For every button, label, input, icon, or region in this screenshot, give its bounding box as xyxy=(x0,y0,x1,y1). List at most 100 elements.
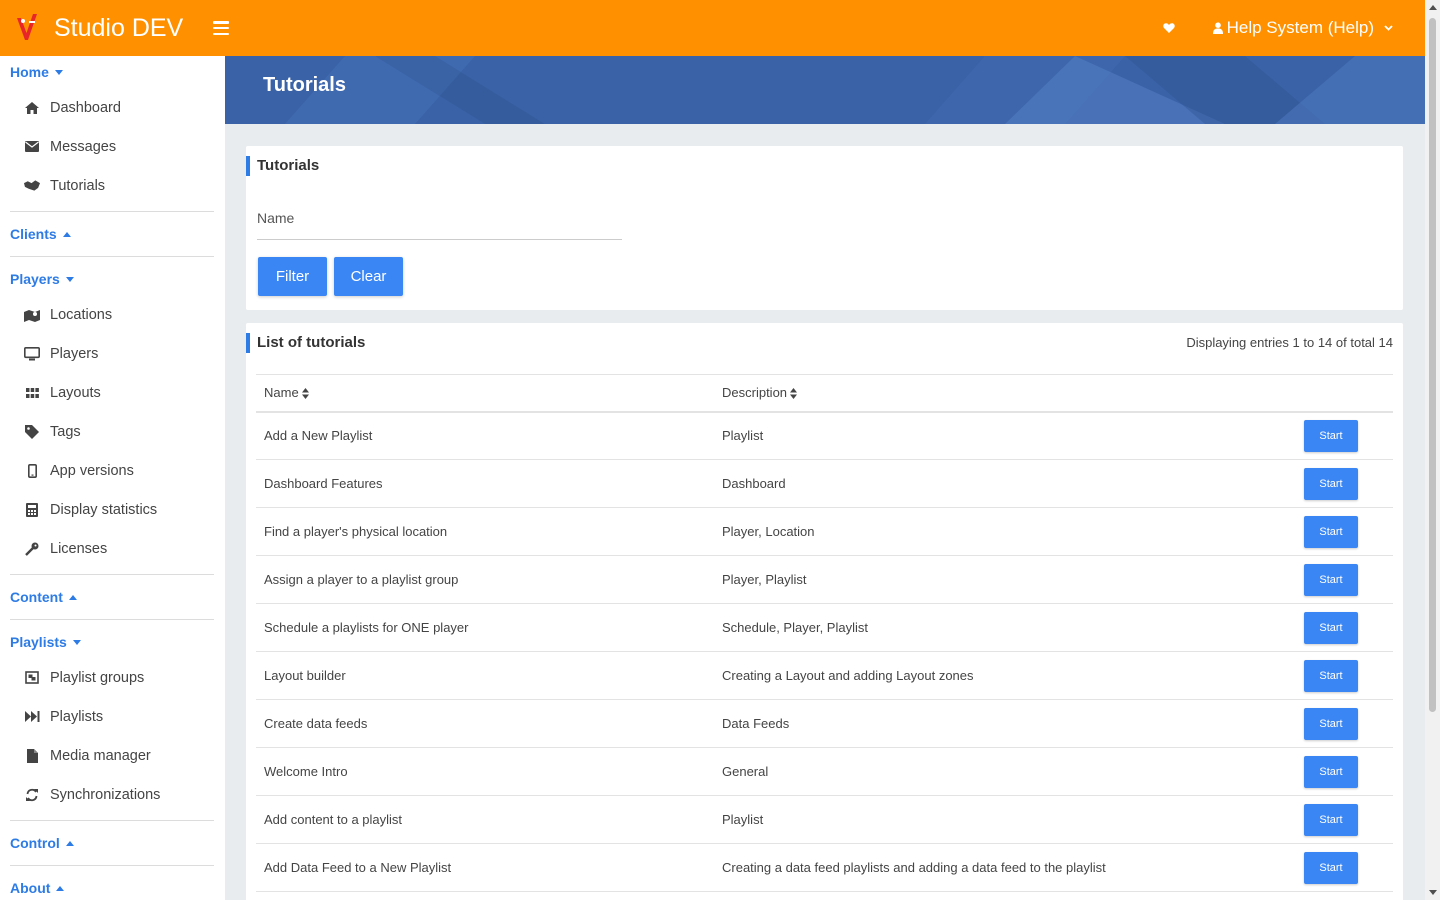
tutorial-name: Schedule a playlists for ONE player xyxy=(256,603,714,652)
sidebar-item-synchronizations[interactable]: Synchronizations xyxy=(0,775,225,814)
tutorial-description: Dashboard xyxy=(714,459,1296,508)
sidebar-item-licenses[interactable]: Licenses xyxy=(0,529,225,568)
sidebar-item-playlist-groups[interactable]: Playlist groups xyxy=(0,658,225,697)
page-scrollbar[interactable] xyxy=(1425,0,1440,900)
brand-logo-icon[interactable] xyxy=(14,12,42,44)
page-header-banner: Tutorials xyxy=(225,56,1425,124)
table-row: Create data feeds Data Feeds Start xyxy=(256,699,1393,748)
tutorial-description: Player, Playlist xyxy=(714,555,1296,604)
sidebar-item-app-versions[interactable]: App versions xyxy=(0,451,225,490)
sidebar-item-tags[interactable]: Tags xyxy=(0,412,225,451)
caret-up-icon xyxy=(62,231,71,237)
tutorial-description: General xyxy=(714,747,1296,796)
filter-card-title: Tutorials xyxy=(246,156,319,176)
sidebar-item-dashboard[interactable]: Dashboard xyxy=(0,88,225,127)
tutorial-description: Creating a data feed playlists and addin… xyxy=(714,843,1296,892)
start-button[interactable]: Start xyxy=(1304,803,1358,836)
table-row: Dashboard Features Dashboard Start xyxy=(256,459,1393,508)
sidebar: Home Dashboard Messages Tutorials Client… xyxy=(0,56,225,900)
start-button[interactable]: Start xyxy=(1304,851,1358,884)
filter-button[interactable]: Filter xyxy=(258,257,327,296)
sidebar-section-about[interactable]: About xyxy=(0,872,225,900)
start-button[interactable]: Start xyxy=(1304,467,1358,500)
entries-info: Displaying entries 1 to 14 of total 14 xyxy=(1186,335,1393,350)
table-row: Add Data Feed to a New Playlist Creating… xyxy=(256,843,1393,892)
tutorial-description: Schedule, Player, Playlist xyxy=(714,603,1296,652)
sidebar-item-messages[interactable]: Messages xyxy=(0,127,225,166)
scrollbar-thumb[interactable] xyxy=(1429,18,1436,712)
caret-down-icon xyxy=(65,276,74,282)
banner-background xyxy=(285,56,1425,124)
start-button[interactable]: Start xyxy=(1304,611,1358,644)
page-title: Tutorials xyxy=(263,74,346,96)
sidebar-item-tutorials[interactable]: Tutorials xyxy=(0,166,225,205)
start-button[interactable]: Start xyxy=(1304,659,1358,692)
sidebar-divider xyxy=(10,619,214,620)
tutorial-description: Player, Location xyxy=(714,507,1296,556)
sidebar-item-layouts[interactable]: Layouts xyxy=(0,373,225,412)
caret-down-icon xyxy=(54,69,63,75)
fast-forward-icon xyxy=(24,709,40,725)
monitor-icon xyxy=(24,346,40,362)
table-row: Schedule a playlists for ONE player Sche… xyxy=(256,603,1393,652)
sidebar-item-media-manager[interactable]: Media manager xyxy=(0,736,225,775)
scroll-up-arrow-icon[interactable] xyxy=(1429,5,1437,10)
sidebar-item-playlists[interactable]: Playlists xyxy=(0,697,225,736)
tutorial-name: Create data feeds xyxy=(256,699,714,748)
handshake-icon xyxy=(24,178,40,194)
sidebar-item-players[interactable]: Players xyxy=(0,334,225,373)
tutorial-description: Playlist xyxy=(714,411,1296,460)
caret-down-icon xyxy=(72,639,81,645)
sidebar-item-display-statistics[interactable]: Display statistics xyxy=(0,490,225,529)
column-header-description[interactable]: Description xyxy=(714,374,1296,413)
sidebar-section-playlists[interactable]: Playlists xyxy=(0,626,225,658)
clear-button[interactable]: Clear xyxy=(334,257,403,296)
caret-up-icon xyxy=(68,594,77,600)
sidebar-section-control[interactable]: Control xyxy=(0,827,225,859)
sidebar-section-home[interactable]: Home xyxy=(0,56,225,88)
scroll-down-arrow-icon[interactable] xyxy=(1429,890,1437,895)
caret-up-icon xyxy=(56,885,65,891)
sidebar-section-players[interactable]: Players xyxy=(0,263,225,295)
start-button[interactable]: Start xyxy=(1304,515,1358,548)
sidebar-divider xyxy=(10,820,214,821)
favorites-heart-icon[interactable] xyxy=(1162,21,1177,35)
table-row: Add a New Playlist Playlist Start xyxy=(256,411,1393,460)
tutorial-name: Welcome Intro xyxy=(256,747,714,796)
sort-icon xyxy=(301,388,309,400)
tutorial-description: Creating a Layout and adding Layout zone… xyxy=(714,651,1296,700)
tag-icon xyxy=(24,424,40,440)
sync-icon xyxy=(24,787,40,803)
tutorial-name: Add content to a playlist xyxy=(256,795,714,844)
column-header-name[interactable]: Name xyxy=(256,374,714,413)
start-button[interactable]: Start xyxy=(1304,563,1358,596)
sidebar-section-content[interactable]: Content xyxy=(0,581,225,613)
menu-toggle-icon[interactable] xyxy=(213,21,230,35)
envelope-icon xyxy=(24,139,40,155)
name-filter-input[interactable] xyxy=(257,208,622,236)
brand-title[interactable]: Studio DEV xyxy=(54,14,183,43)
table-row: Welcome Intro General Start xyxy=(256,747,1393,796)
user-menu[interactable]: Help System (Help) xyxy=(1212,18,1397,38)
calculator-icon xyxy=(24,502,40,518)
mobile-icon xyxy=(24,463,40,479)
key-icon xyxy=(24,541,40,557)
top-navbar: Studio DEV Help System (Help) xyxy=(0,0,1425,56)
start-button[interactable]: Start xyxy=(1304,755,1358,788)
tutorial-description: Data Feeds xyxy=(714,699,1296,748)
start-button[interactable]: Start xyxy=(1304,419,1358,452)
sidebar-divider xyxy=(10,211,214,212)
tutorial-name: Layout builder xyxy=(256,651,714,700)
map-marker-icon xyxy=(24,307,40,323)
tutorials-list-card: List of tutorials Displaying entries 1 t… xyxy=(246,323,1403,900)
tutorial-description: Playlist xyxy=(714,795,1296,844)
tutorial-name: Dashboard Features xyxy=(256,459,714,508)
name-filter-field[interactable]: Name xyxy=(257,198,622,240)
sidebar-divider xyxy=(10,574,214,575)
sidebar-section-clients[interactable]: Clients xyxy=(0,218,225,250)
table-row: Layout builder Creating a Layout and add… xyxy=(256,651,1393,700)
user-icon xyxy=(1212,22,1223,34)
object-group-icon xyxy=(24,670,40,686)
sidebar-item-locations[interactable]: Locations xyxy=(0,295,225,334)
start-button[interactable]: Start xyxy=(1304,707,1358,740)
